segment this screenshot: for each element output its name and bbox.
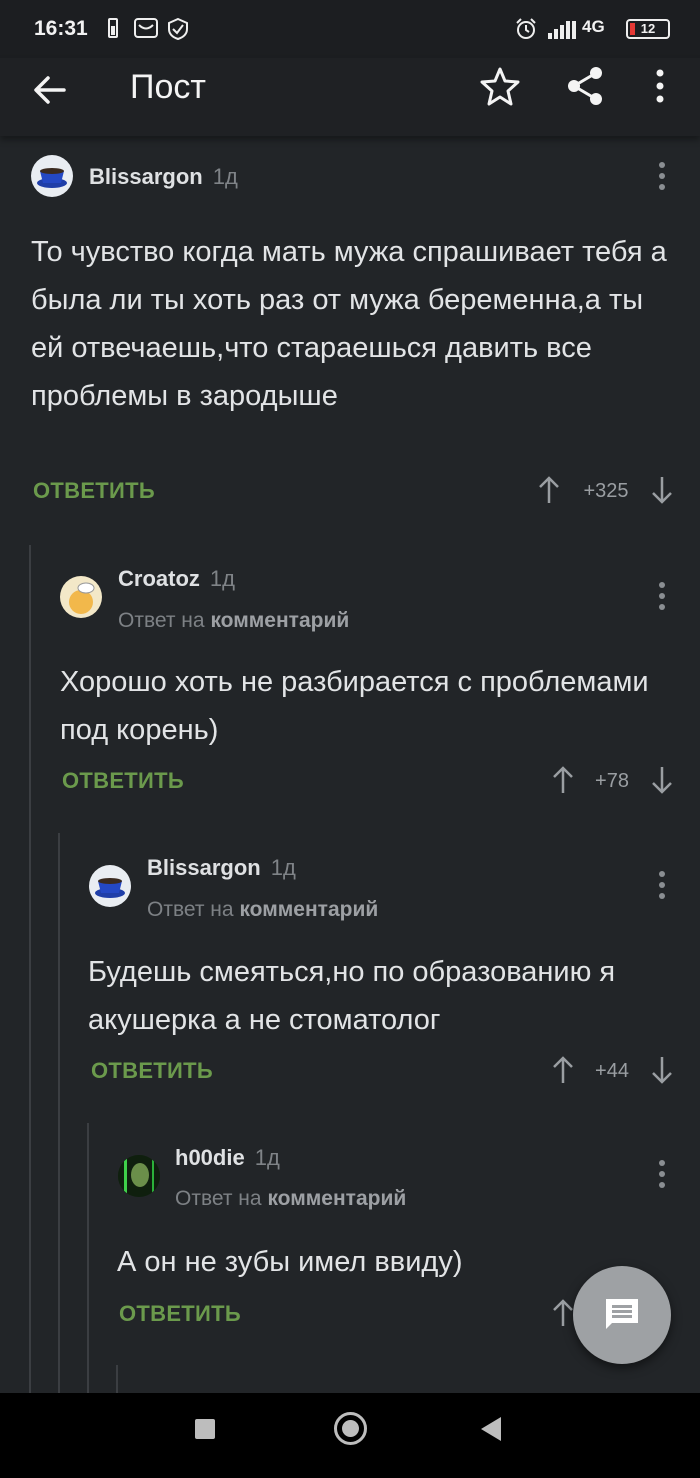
battery-level: 12 <box>640 21 656 36</box>
comment-author[interactable]: h00die 1д <box>175 1145 280 1171</box>
vote-up-icon[interactable] <box>551 1055 575 1085</box>
home-icon[interactable] <box>334 1412 367 1445</box>
avatar[interactable] <box>31 155 73 197</box>
shield-icon <box>168 18 188 40</box>
signal-icon <box>548 21 576 39</box>
add-comment-button[interactable] <box>573 1266 671 1364</box>
reply-to: Ответ на комментарий <box>118 609 350 632</box>
avatar[interactable] <box>118 1155 160 1197</box>
vote-up-icon[interactable] <box>551 1298 575 1328</box>
status-time: 16:31 <box>34 17 88 40</box>
comment-age: 1д <box>270 855 296 880</box>
reply-button[interactable]: ОТВЕТИТЬ <box>91 1058 213 1084</box>
thread-line-1 <box>29 545 31 1395</box>
thread-line-4 <box>116 1365 118 1395</box>
avatar[interactable] <box>60 576 102 618</box>
comment-age: 1д <box>212 164 238 189</box>
vote-down-icon[interactable] <box>650 475 674 505</box>
vote-down-icon[interactable] <box>650 1055 674 1085</box>
vote-up-icon[interactable] <box>551 765 575 795</box>
app-bar: Пост <box>0 58 700 136</box>
more-vertical-icon[interactable] <box>652 869 672 903</box>
comment-icon <box>606 1299 638 1329</box>
network-type: 4G <box>582 17 605 36</box>
notification-icon <box>134 18 158 38</box>
reply-button[interactable]: ОТВЕТИТЬ <box>62 768 184 794</box>
comment-author[interactable]: Croatoz 1д <box>118 566 235 592</box>
more-vertical-icon[interactable] <box>646 64 674 108</box>
battery-icon: 12 <box>626 19 670 39</box>
comment-score: +78 <box>595 770 629 792</box>
comment-text: Хорошо хоть не разбирается с проблемами … <box>60 666 649 746</box>
arrow-left-icon[interactable] <box>28 68 72 112</box>
comment-text: Будешь смеяться,но по образованию я акуш… <box>88 956 616 1036</box>
battery-saver-icon <box>108 18 118 38</box>
status-bar: 16:31 4G 12 <box>0 0 700 58</box>
reply-target-link[interactable]: комментарий <box>267 1187 406 1210</box>
comment-author[interactable]: Blissargon 1д <box>89 164 238 190</box>
comment-score: +325 <box>583 480 629 502</box>
recent-apps-icon[interactable] <box>195 1419 215 1439</box>
share-icon[interactable] <box>563 64 607 108</box>
comment-text: То чувство когда мать мужа спрашивает те… <box>31 236 667 412</box>
more-vertical-icon[interactable] <box>652 1158 672 1192</box>
comment-age: 1д <box>254 1145 280 1170</box>
thread-line-3 <box>87 1123 89 1395</box>
reply-button[interactable]: ОТВЕТИТЬ <box>33 478 155 504</box>
reply-button[interactable]: ОТВЕТИТЬ <box>119 1301 241 1327</box>
comment-author[interactable]: Blissargon 1д <box>147 855 296 881</box>
thread-line-2 <box>58 833 60 1395</box>
reply-to: Ответ на комментарий <box>147 898 379 921</box>
comment-age: 1д <box>209 566 235 591</box>
reply-target-link[interactable]: комментарий <box>210 609 349 632</box>
reply-to: Ответ на комментарий <box>175 1187 407 1210</box>
vote-down-icon[interactable] <box>650 765 674 795</box>
more-vertical-icon[interactable] <box>652 160 672 194</box>
reply-target-link[interactable]: комментарий <box>239 898 378 921</box>
back-icon[interactable] <box>481 1417 501 1441</box>
comment-score: +44 <box>595 1060 629 1082</box>
vote-up-icon[interactable] <box>537 475 561 505</box>
system-nav-bar <box>0 1393 700 1478</box>
more-vertical-icon[interactable] <box>652 580 672 614</box>
star-outline-icon[interactable] <box>478 64 522 108</box>
avatar[interactable] <box>89 865 131 907</box>
alarm-icon <box>516 18 536 39</box>
page-title: Пост <box>130 68 206 106</box>
